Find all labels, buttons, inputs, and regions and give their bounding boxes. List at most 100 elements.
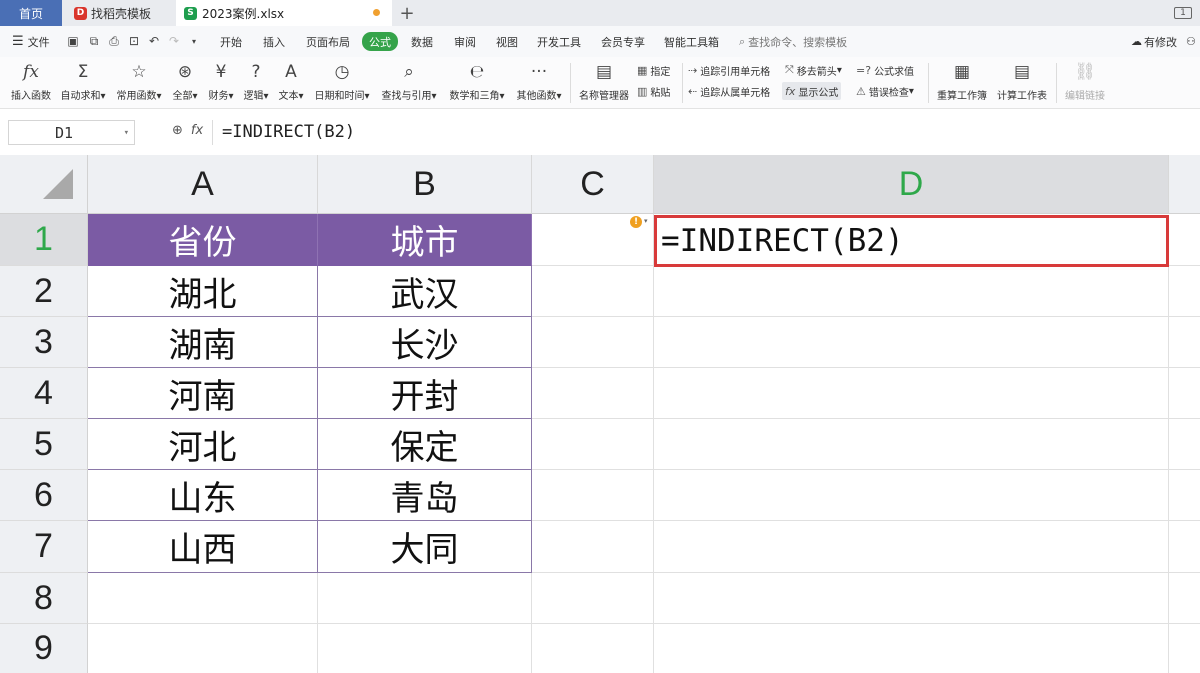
menu-item-developer[interactable]: 开发工具 [537,26,581,57]
menu-item-smart-tools[interactable]: 智能工具箱 [664,26,719,57]
row-header-9[interactable]: 9 [0,624,88,673]
column-header-b[interactable]: B [318,155,532,214]
cell-a9[interactable] [88,624,318,673]
chevron-down-icon[interactable]: ▾ [124,128,129,138]
row-header-3[interactable]: 3 [0,317,88,368]
print-icon[interactable]: ⎙ [107,34,121,48]
calc-sheet-button[interactable]: ▤ 计算工作表 [994,60,1050,104]
cell-e8[interactable] [1169,573,1200,624]
row-header-8[interactable]: 8 [0,573,88,624]
cell-b6[interactable]: 青岛 [318,470,532,521]
trace-precedents-button[interactable]: ⇢ 追踪引用单元格 [688,61,770,79]
new-tab-button[interactable]: + [398,0,416,26]
cell-e7[interactable] [1169,521,1200,573]
row-header-4[interactable]: 4 [0,368,88,419]
cell-c6[interactable] [532,470,654,521]
menu-item-insert[interactable]: 插入 [263,26,285,57]
cell-e6[interactable] [1169,470,1200,521]
finance-functions-button[interactable]: ¥ 财务▾ [204,60,238,104]
cell-a8[interactable] [88,573,318,624]
cell-e4[interactable] [1169,368,1200,419]
error-check-button[interactable]: ⚠ 错误检查 ▾ [856,82,914,100]
row-header-7[interactable]: 7 [0,521,88,573]
paste-name-button[interactable]: ▥ 粘贴 [637,82,670,100]
column-header-e[interactable] [1169,155,1200,214]
edit-links-button[interactable]: ⛓ 编辑链接 [1062,60,1108,104]
file-menu[interactable]: ☰ 文件 [12,26,50,57]
chevron-down-icon[interactable]: ▾ [187,34,201,48]
datetime-functions-button[interactable]: ◷ 日期和时间▾ [311,60,373,104]
redo-icon[interactable]: ↷ [167,34,181,48]
row-header-2[interactable]: 2 [0,266,88,317]
menu-item-view[interactable]: 视图 [496,26,518,57]
cell-b7[interactable]: 大同 [318,521,532,573]
cell-c4[interactable] [532,368,654,419]
cell-d3[interactable] [654,317,1169,368]
cell-d7[interactable] [654,521,1169,573]
cell-a2[interactable]: 湖北 [88,266,318,317]
row-header-5[interactable]: 5 [0,419,88,470]
logic-functions-button[interactable]: ? 逻辑▾ [240,60,272,104]
name-manager-button[interactable]: ▤ 名称管理器 [577,60,631,104]
cell-e3[interactable] [1169,317,1200,368]
tab-home[interactable]: 首页 [0,0,62,26]
menu-item-page-layout[interactable]: 页面布局 [306,26,350,57]
name-box[interactable]: D1 ▾ [8,120,135,145]
cell-e2[interactable] [1169,266,1200,317]
common-functions-button[interactable]: ☆ 常用函数▾ [113,60,165,104]
command-search[interactable]: ⌕ 查找命令、搜索模板 [739,26,847,57]
lookup-functions-button[interactable]: ⌕ 查找与引用▾ [378,60,440,104]
column-header-c[interactable]: C [532,155,654,214]
error-indicator-icon[interactable]: ! [630,216,642,228]
formula-input[interactable]: =INDIRECT(B2) [222,119,355,145]
cell-b3[interactable]: 长沙 [318,317,532,368]
recalc-workbook-button[interactable]: ▦ 重算工作簿 [934,60,990,104]
specify-button[interactable]: ▦ 指定 [637,61,670,79]
fx-icon[interactable]: fx [191,123,203,138]
cell-a5[interactable]: 河北 [88,419,318,470]
math-functions-button[interactable]: ℮ 数学和三角▾ [446,60,508,104]
cell-d4[interactable] [654,368,1169,419]
cell-d8[interactable] [654,573,1169,624]
evaluate-formula-button[interactable]: =? 公式求值 [856,61,914,79]
cell-a7[interactable]: 山西 [88,521,318,573]
text-functions-button[interactable]: A 文本▾ [275,60,307,104]
menu-item-data[interactable]: 数据 [411,26,433,57]
export-icon[interactable]: ⧉ [87,34,101,48]
menu-item-review[interactable]: 审阅 [454,26,476,57]
show-formula-button[interactable]: fx 显示公式 [782,82,842,100]
cell-b2[interactable]: 武汉 [318,266,532,317]
all-functions-button[interactable]: ⊛ 全部▾ [170,60,200,104]
cell-a4[interactable]: 河南 [88,368,318,419]
row-header-6[interactable]: 6 [0,470,88,521]
menu-item-formula[interactable]: 公式 [362,32,398,51]
save-icon[interactable]: ▣ [66,34,80,48]
zoom-icon[interactable]: ⊕ [172,123,183,138]
trace-dependents-button[interactable]: ⇠ 追踪从属单元格 [688,82,770,100]
cell-e1[interactable] [1169,214,1200,266]
cell-c8[interactable] [532,573,654,624]
cell-c3[interactable] [532,317,654,368]
cell-b5[interactable]: 保定 [318,419,532,470]
cell-b1[interactable]: 城市 [318,214,532,266]
chevron-down-icon[interactable]: ▾ [644,217,648,225]
column-header-a[interactable]: A [88,155,318,214]
column-header-d[interactable]: D [654,155,1169,214]
cell-c5[interactable] [532,419,654,470]
cell-d6[interactable] [654,470,1169,521]
cell-d9[interactable] [654,624,1169,673]
autosum-button[interactable]: Σ 自动求和▾ [58,60,108,104]
insert-function-button[interactable]: fx 插入函数 [8,60,54,104]
print-preview-icon[interactable]: ⊡ [127,34,141,48]
cell-b8[interactable] [318,573,532,624]
cell-d2[interactable] [654,266,1169,317]
window-layout-button[interactable]: 1 [1172,0,1194,26]
menu-item-member[interactable]: 会员专享 [601,26,645,57]
cell-c9[interactable] [532,624,654,673]
cell-b4[interactable]: 开封 [318,368,532,419]
remove-arrows-button[interactable]: ⤧ 移去箭头 ▾ [785,61,842,79]
cell-a3[interactable]: 湖南 [88,317,318,368]
cell-c7[interactable] [532,521,654,573]
cell-d1-active[interactable]: =INDIRECT(B2) [654,215,1169,267]
cell-c2[interactable] [532,266,654,317]
